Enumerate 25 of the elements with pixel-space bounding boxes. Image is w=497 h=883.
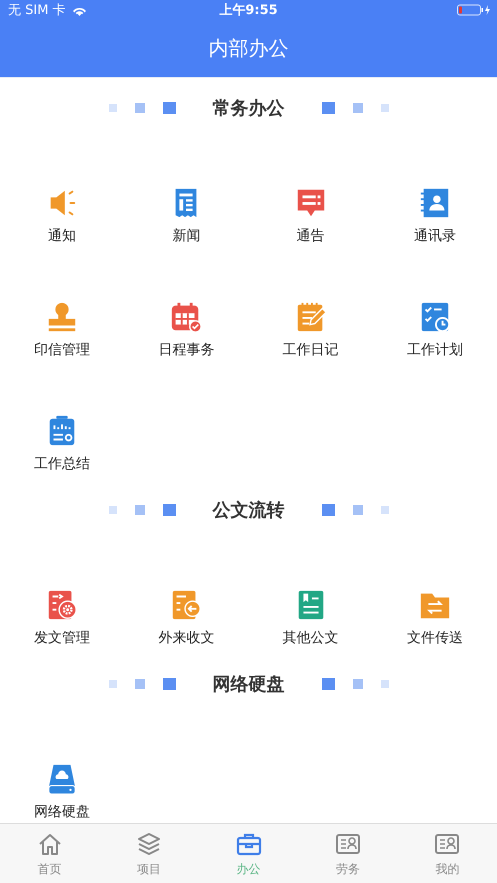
menu-item[interactable]: 发文管理 bbox=[34, 588, 90, 648]
menu-item[interactable]: 工作总结 bbox=[34, 414, 90, 474]
dots-decoration bbox=[108, 678, 178, 690]
menu-item[interactable]: 通告 bbox=[294, 186, 328, 246]
section-title: 网络硬盘 bbox=[212, 673, 284, 696]
carrier-text: 无 SIM 卡 bbox=[8, 2, 66, 19]
status-time: 上午9:55 bbox=[219, 2, 278, 19]
section-title: 公文流转 bbox=[212, 499, 284, 522]
battery-icon bbox=[457, 4, 491, 16]
section-title: 常务办公 bbox=[212, 97, 284, 120]
calendar-icon bbox=[169, 300, 204, 334]
menu-item[interactable]: 日程事务 bbox=[158, 300, 214, 360]
menu-item[interactable]: 工作日记 bbox=[282, 300, 339, 360]
dots-decoration bbox=[108, 102, 178, 114]
menu-item[interactable]: 网络硬盘 bbox=[34, 762, 90, 822]
menu-item[interactable]: 外来收文 bbox=[158, 588, 214, 648]
menu-item[interactable]: 通讯录 bbox=[414, 186, 456, 246]
menu-item[interactable]: 印信管理 bbox=[34, 300, 90, 360]
menu-item[interactable]: 其他公文 bbox=[282, 588, 339, 648]
menu-item[interactable]: 文件传送 bbox=[406, 588, 463, 648]
menu-item[interactable]: 新闻 bbox=[169, 186, 204, 246]
nav-title: 内部办公 bbox=[208, 35, 288, 62]
menu-item[interactable]: 通知 bbox=[45, 186, 80, 246]
dots-decoration bbox=[108, 504, 178, 516]
menu-item[interactable]: 工作计划 bbox=[406, 300, 463, 360]
